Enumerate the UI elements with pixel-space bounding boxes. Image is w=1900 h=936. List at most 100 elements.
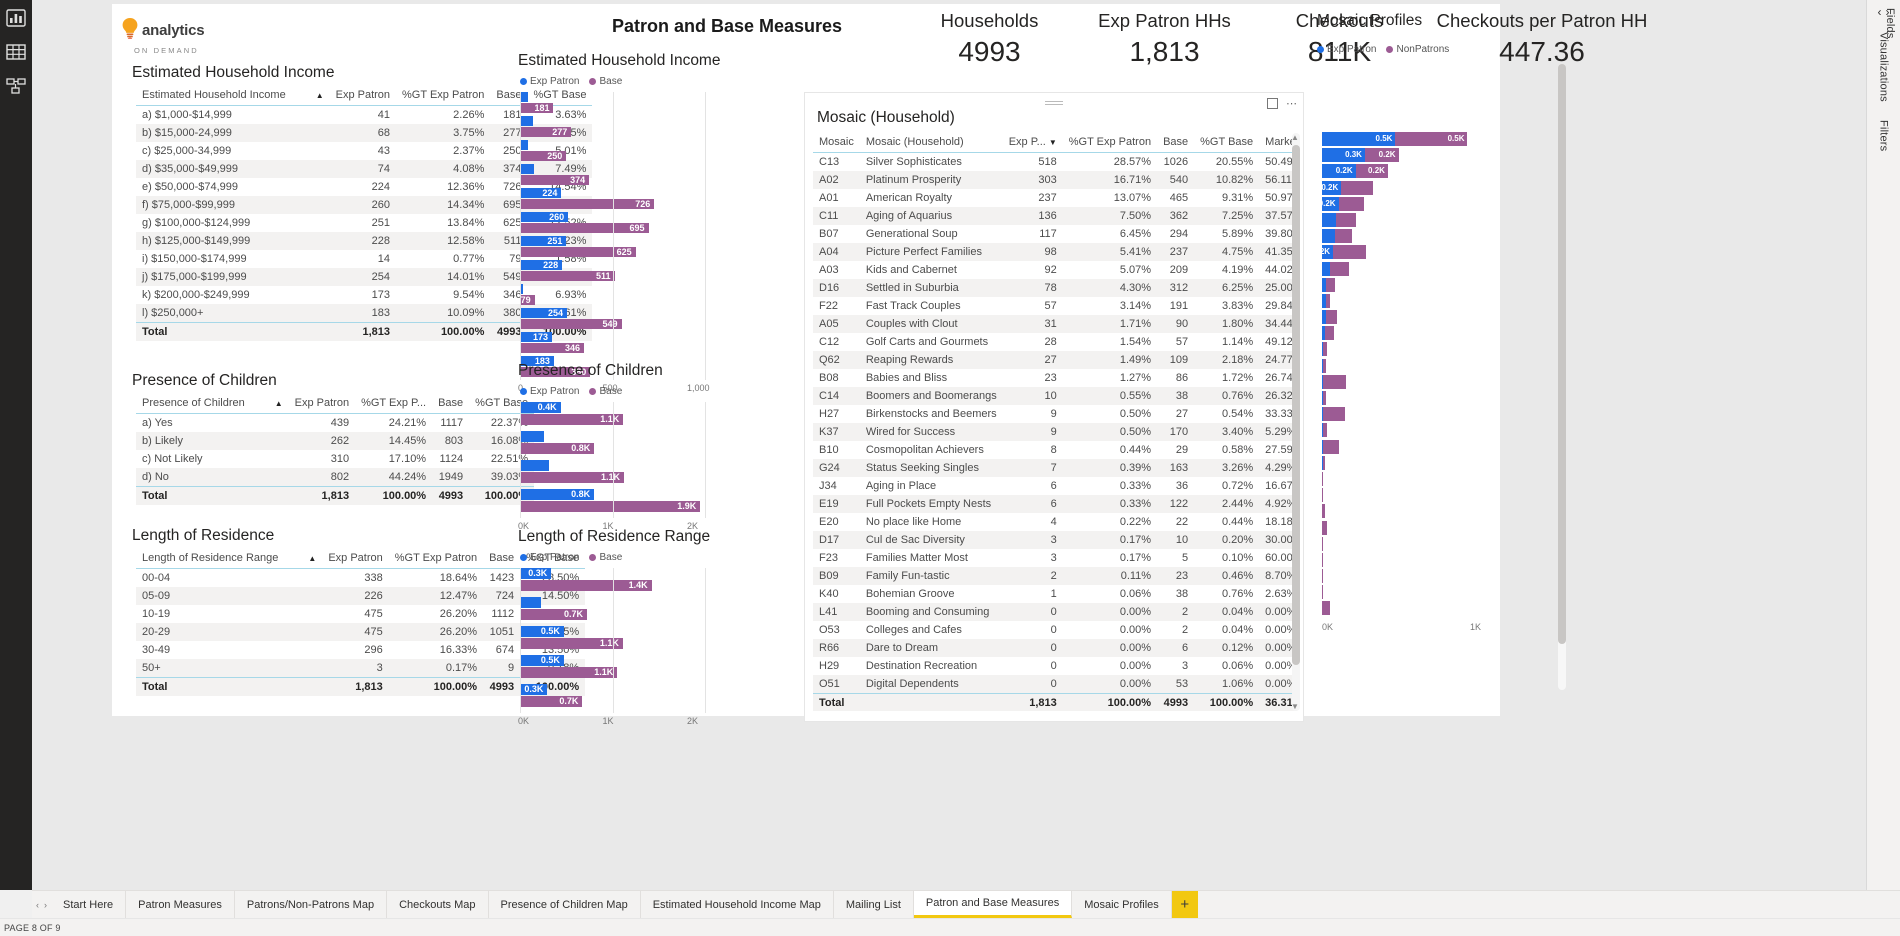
table-row[interactable]: A02 Platinum Prosperity 303 16.71% 540 10.82%… bbox=[813, 171, 1297, 189]
segment-nonpatrons[interactable] bbox=[1322, 504, 1326, 519]
page-tab-active[interactable]: Patron and Base Measures bbox=[913, 891, 1073, 918]
panel-drag-handle[interactable] bbox=[1045, 101, 1063, 107]
segment-nonpatrons[interactable] bbox=[1322, 407, 1346, 422]
table-row[interactable]: R66 Dare to Dream 0 0.00% 6 0.12% 0.00% bbox=[813, 639, 1297, 657]
profile-bar-row[interactable] bbox=[1322, 358, 1522, 373]
segment-nonpatrons[interactable] bbox=[1326, 277, 1335, 292]
segment-nonpatrons[interactable] bbox=[1323, 391, 1327, 405]
table-row[interactable]: B10 Cosmopolitan Achievers 8 0.44% 29 0.58% 27… bbox=[813, 441, 1297, 459]
page-tab[interactable]: Presence of Children Map bbox=[489, 891, 641, 918]
pane-fields[interactable]: Fields bbox=[1884, 8, 1896, 39]
report-view-icon[interactable] bbox=[6, 8, 26, 28]
profile-bar-row[interactable]: 0.5K 0.5K bbox=[1322, 132, 1522, 146]
bar-base[interactable]: 1.9K bbox=[520, 501, 701, 512]
bar-base[interactable]: 549 bbox=[520, 319, 622, 329]
bar-base[interactable]: 181 bbox=[520, 103, 554, 113]
column-header[interactable]: Mosaic bbox=[813, 133, 860, 153]
column-header[interactable]: Base bbox=[1157, 133, 1195, 153]
table-row[interactable]: 20-2947526.20%105121.05% bbox=[136, 623, 586, 641]
mosaic-profiles-bar-chart[interactable]: 0.5K 0.5K 0.3K 0.2K 0.2K 0.2K 0.2K 0.2K 0.2K 0K 1K bbox=[1313, 132, 1522, 632]
bar-group[interactable]: 254 549 bbox=[520, 308, 715, 329]
bar-base[interactable]: 726 bbox=[520, 199, 655, 209]
profile-bar-row[interactable] bbox=[1322, 310, 1522, 325]
bar-base[interactable]: 695 bbox=[520, 223, 649, 233]
profile-bar-row[interactable] bbox=[1322, 423, 1522, 438]
profile-bar-row[interactable] bbox=[1322, 488, 1522, 503]
page-tab[interactable]: Checkouts Map bbox=[387, 891, 489, 918]
table-row[interactable]: K37 Wired for Success 9 0.50% 170 3.40% 5.29% bbox=[813, 423, 1297, 441]
pane-filters[interactable]: Filters bbox=[1878, 120, 1890, 151]
profile-bar-row[interactable] bbox=[1322, 585, 1522, 600]
bar-group[interactable]: 0.8K bbox=[520, 431, 715, 454]
residence-table[interactable]: Length of Residence RangeExp Patron%GT E… bbox=[136, 549, 586, 696]
profile-bar-row[interactable] bbox=[1322, 212, 1522, 227]
column-header[interactable]: Length of Residence Range bbox=[136, 549, 323, 569]
bar-exp-patron[interactable]: 0.3K bbox=[520, 568, 552, 579]
column-header[interactable]: %GT Exp Patron bbox=[396, 86, 491, 106]
profile-bar-row[interactable] bbox=[1322, 326, 1522, 341]
column-header[interactable]: Exp Patron bbox=[322, 549, 389, 569]
bar-exp-patron[interactable] bbox=[520, 460, 549, 471]
legend-exp-patron[interactable]: Exp Patron bbox=[530, 552, 579, 563]
profile-bar-row[interactable] bbox=[1322, 407, 1522, 422]
segment-exp-patron[interactable]: 0.2K bbox=[1322, 164, 1356, 179]
bar-base[interactable]: 346 bbox=[520, 343, 584, 353]
table-row[interactable]: a) Yes 439 24.21% 1117 22.37% bbox=[136, 414, 534, 433]
pane-visualizations[interactable]: Visualizations bbox=[1878, 32, 1890, 102]
column-header[interactable]: %GT Exp Patron bbox=[1062, 133, 1158, 153]
profile-bar-row[interactable] bbox=[1322, 552, 1522, 567]
table-row[interactable]: K40 Bohemian Groove 1 0.06% 38 0.76% 2.63% bbox=[813, 585, 1297, 603]
income-bar-chart[interactable]: 181 277 250 374 224 726 260 695 251 625 228 511 79 25… bbox=[518, 92, 715, 393]
bar-exp-patron[interactable] bbox=[520, 116, 533, 126]
table-row[interactable]: C12 Golf Carts and Gourmets 28 1.54% 57 1.14%… bbox=[813, 333, 1297, 351]
segment-nonpatrons[interactable] bbox=[1323, 342, 1328, 357]
profile-bar-row[interactable] bbox=[1322, 601, 1522, 616]
segment-exp-patron[interactable]: 0.2K bbox=[1321, 180, 1342, 195]
table-row[interactable]: 05-09 226 12.47% 724 14.50% bbox=[136, 587, 586, 605]
table-row[interactable]: A03 Kids and Cabernet 92 5.07% 209 4.19% 44.02… bbox=[813, 261, 1297, 279]
page-tab[interactable]: Patron Measures bbox=[126, 891, 235, 918]
bar-base[interactable]: 277 bbox=[520, 127, 572, 137]
bar-base[interactable]: 250 bbox=[520, 151, 567, 161]
column-header[interactable]: %GT Exp Patron bbox=[388, 549, 484, 569]
segment-nonpatrons[interactable] bbox=[1322, 569, 1323, 584]
bar-group[interactable]: 0.4K 1.1K bbox=[520, 402, 715, 425]
table-row[interactable]: Q62Reaping Rewards271.49%1092.18%24.77% bbox=[813, 351, 1297, 369]
segment-nonpatrons[interactable] bbox=[1322, 455, 1326, 470]
tab-next-icon[interactable]: › bbox=[44, 900, 47, 910]
legend-base[interactable]: Base bbox=[599, 386, 622, 397]
bar-exp-patron[interactable] bbox=[520, 140, 528, 150]
bar-exp-patron[interactable] bbox=[520, 92, 528, 102]
profile-bar-row[interactable]: 0.2K 0.2K bbox=[1322, 164, 1522, 179]
scroll-up-icon[interactable]: ▲ bbox=[1291, 133, 1299, 142]
scroll-down-icon[interactable]: ▼ bbox=[1291, 702, 1299, 711]
profile-bar-row[interactable] bbox=[1322, 293, 1522, 308]
bar-group[interactable]: 0.8K 1.9K bbox=[520, 489, 715, 512]
table-row[interactable]: 10-1947526.20%111222.27% bbox=[136, 605, 585, 623]
mosaic-scrollbar-thumb[interactable] bbox=[1292, 145, 1300, 665]
page-tab[interactable]: Estimated Household Income Map bbox=[641, 891, 834, 918]
segment-nonpatrons[interactable] bbox=[1322, 439, 1340, 454]
table-row[interactable]: J34Aging in Place60.33%360.72%16.67% bbox=[813, 477, 1297, 495]
table-row[interactable]: O51 Digital Dependents 0 0.00% 53 1.06% 0.00% bbox=[813, 675, 1297, 694]
profile-bar-row[interactable] bbox=[1322, 536, 1522, 551]
bar-group[interactable]: 1.1K bbox=[520, 460, 715, 483]
profile-bar-row[interactable] bbox=[1322, 471, 1522, 486]
table-row[interactable]: G24 Status Seeking Singles 7 0.39% 163 3.26% 4… bbox=[813, 459, 1297, 477]
table-row[interactable]: H27 Birkenstocks and Beemers 9 0.50% 27 0.54%… bbox=[813, 405, 1297, 423]
tab-prev-icon[interactable]: ‹ bbox=[36, 900, 39, 910]
table-row[interactable]: A05 Couples with Clout 31 1.71% 90 1.80% 34.44… bbox=[813, 315, 1297, 333]
table-row[interactable]: E20No place like Home40.22%220.44%18.18% bbox=[813, 513, 1297, 531]
bar-exp-patron[interactable]: 0.8K bbox=[520, 489, 595, 500]
table-row[interactable]: 30-49 296 16.33% 674 13.50% bbox=[136, 641, 585, 659]
segment-nonpatrons[interactable] bbox=[1322, 601, 1330, 616]
profile-bar-row[interactable] bbox=[1322, 504, 1522, 519]
bar-group[interactable]: 250 bbox=[520, 140, 715, 161]
segment-exp-patron[interactable]: 0.3K bbox=[1322, 148, 1365, 163]
profile-bar-row[interactable]: 0.3K 0.2K bbox=[1322, 148, 1522, 163]
bar-base[interactable]: 511 bbox=[520, 271, 615, 281]
mosaic-table[interactable]: MosaicMosaic (Household)Exp P...%GT Exp … bbox=[813, 133, 1297, 711]
bar-group[interactable]: 374 bbox=[520, 164, 715, 185]
segment-nonpatrons[interactable] bbox=[1335, 229, 1352, 244]
segment-exp-patron[interactable] bbox=[1322, 229, 1336, 244]
